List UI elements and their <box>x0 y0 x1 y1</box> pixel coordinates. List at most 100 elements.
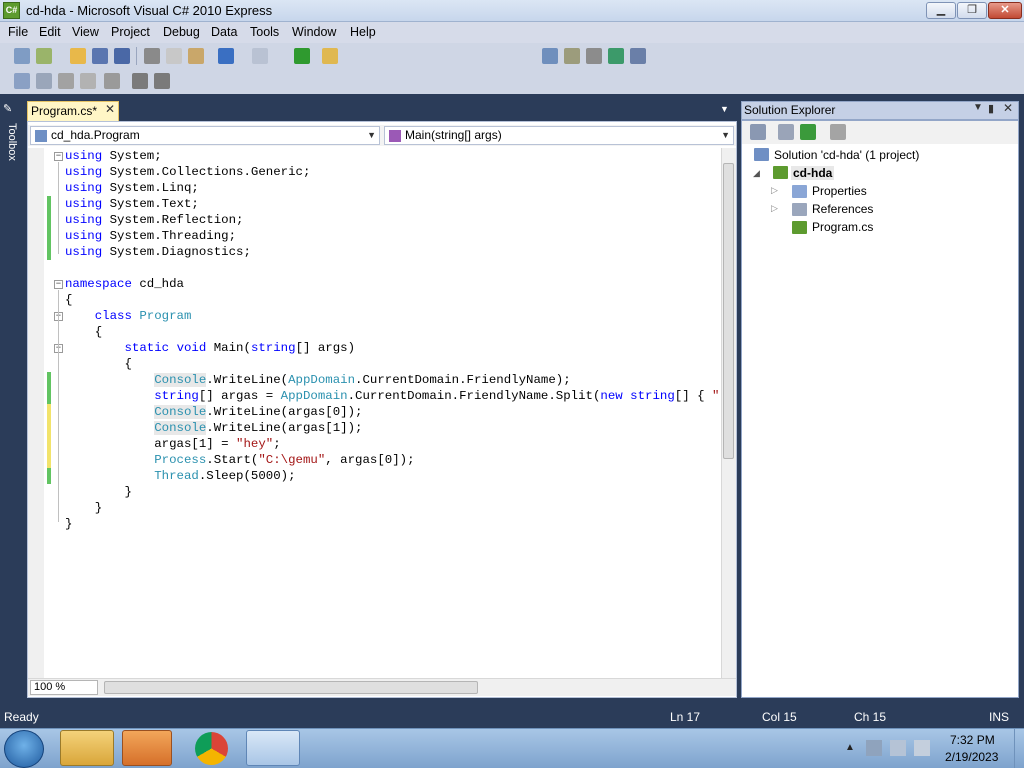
indent-icon[interactable] <box>104 73 120 89</box>
collapse-using-icon[interactable]: − <box>54 152 63 161</box>
collapse-namespace-icon[interactable]: − <box>54 280 63 289</box>
code-line-1[interactable]: using System; <box>65 148 162 164</box>
code-line-6[interactable]: using System.Threading; <box>65 228 236 244</box>
code-line-18[interactable]: Console.WriteLine(argas[1]); <box>65 420 362 436</box>
close-button[interactable]: ✕ <box>988 2 1022 19</box>
save-icon[interactable] <box>92 48 108 64</box>
clock-date[interactable]: 2/19/2023 <box>945 750 998 764</box>
code-line-4[interactable]: using System.Text; <box>65 196 199 212</box>
media-player-taskbar-icon[interactable] <box>122 730 172 766</box>
menu-debug[interactable]: Debug <box>163 25 200 39</box>
tree-item-properties[interactable]: Properties <box>812 184 867 198</box>
save-all-icon[interactable] <box>114 48 130 64</box>
code-line-15[interactable]: Console.WriteLine(AppDomain.CurrentDomai… <box>65 372 571 388</box>
visual-csharp-app-icon[interactable]: C# <box>3 2 20 19</box>
paste-icon[interactable] <box>188 48 204 64</box>
member-combo-value: Main(string[] args) <box>405 128 502 142</box>
menu-edit[interactable]: Edit <box>39 25 61 39</box>
member-list-icon[interactable] <box>14 73 30 89</box>
redo-icon[interactable] <box>252 48 268 64</box>
uncomment-lines-icon[interactable] <box>154 73 170 89</box>
code-line-10[interactable]: { <box>65 292 72 308</box>
code-line-20[interactable]: Process.Start("C:\gemu", argas[0]); <box>65 452 414 468</box>
horizontal-scroll-thumb[interactable] <box>104 681 478 694</box>
properties-window-icon[interactable] <box>564 48 580 64</box>
cut-icon[interactable] <box>144 48 160 64</box>
tree-item-references[interactable]: References <box>812 202 873 216</box>
member-combo[interactable]: Main(string[] args) ▼ <box>384 126 734 145</box>
windows-start-button[interactable] <box>4 730 44 768</box>
file-explorer-taskbar-icon[interactable] <box>60 730 114 766</box>
menu-data[interactable]: Data <box>211 25 237 39</box>
tree-project[interactable]: cd-hda <box>791 166 835 180</box>
code-line-14[interactable]: { <box>65 356 131 372</box>
menu-file[interactable]: File <box>8 25 28 39</box>
menu-tools[interactable]: Tools <box>250 25 279 39</box>
quick-info-icon[interactable] <box>58 73 74 89</box>
tree-item-program-cs[interactable]: Program.cs <box>812 220 873 234</box>
collapse-arrow-icon[interactable]: ▷ <box>771 203 778 214</box>
volume-icon[interactable] <box>914 740 930 756</box>
code-line-24[interactable]: } <box>65 516 72 532</box>
toolbox-tab[interactable]: Toolbox <box>2 123 18 167</box>
start-debugging-icon[interactable] <box>294 48 310 64</box>
copy-icon[interactable] <box>166 48 182 64</box>
code-line-7[interactable]: using System.Diagnostics; <box>65 244 251 260</box>
code-line-21[interactable]: Thread.Sleep(5000); <box>65 468 295 484</box>
start-page-icon[interactable] <box>608 48 624 64</box>
code-line-9[interactable]: namespace cd_hda <box>65 276 184 292</box>
properties-icon[interactable] <box>750 124 766 140</box>
clock-time[interactable]: 7:32 PM <box>950 733 995 747</box>
code-line-2[interactable]: using System.Collections.Generic; <box>65 164 310 180</box>
code-line-13[interactable]: static void Main(string[] args) <box>65 340 356 356</box>
chrome-taskbar-icon[interactable] <box>195 732 228 765</box>
close-tab-icon[interactable]: ✕ <box>105 102 115 116</box>
pin-icon[interactable]: ✎ <box>3 102 12 115</box>
code-line-5[interactable]: using System.Reflection; <box>65 212 243 228</box>
menu-project[interactable]: Project <box>111 25 150 39</box>
solution-explorer-icon[interactable] <box>542 48 558 64</box>
menu-help[interactable]: Help <box>350 25 376 39</box>
menu-window[interactable]: Window <box>292 25 336 39</box>
network-icon[interactable] <box>890 740 906 756</box>
type-combo[interactable]: cd_hda.Program ▼ <box>30 126 380 145</box>
code-line-16[interactable]: string[] argas = AppDomain.CurrentDomain… <box>65 388 756 404</box>
tree-solution[interactable]: Solution 'cd-hda' (1 project) <box>774 148 919 162</box>
code-line-19[interactable]: argas[1] = "hey"; <box>65 436 280 452</box>
show-desktop-button[interactable] <box>1014 729 1024 768</box>
collapse-arrow-icon[interactable]: ▷ <box>771 185 778 196</box>
zoom-combo[interactable]: 100 % <box>30 680 98 695</box>
extension-manager-icon[interactable] <box>630 48 646 64</box>
editor-gutter[interactable] <box>28 148 44 678</box>
visual-csharp-taskbar-icon[interactable] <box>246 730 300 766</box>
new-project-icon[interactable] <box>14 48 30 64</box>
code-line-12[interactable]: { <box>65 324 102 340</box>
maximize-button[interactable]: ❐ <box>957 2 987 19</box>
code-line-23[interactable]: } <box>65 500 102 516</box>
toolbox-icon[interactable] <box>586 48 602 64</box>
undo-icon[interactable] <box>218 48 234 64</box>
window-position-icon[interactable]: ▼ <box>973 102 983 113</box>
auto-hide-pin-icon[interactable]: ▮ <box>988 102 994 115</box>
menu-view[interactable]: View <box>72 25 99 39</box>
code-line-3[interactable]: using System.Linq; <box>65 180 199 196</box>
code-line-11[interactable]: class Program <box>65 308 192 324</box>
close-panel-icon[interactable]: ✕ <box>1003 101 1013 115</box>
code-line-22[interactable]: } <box>65 484 131 500</box>
view-code-icon[interactable] <box>830 124 846 140</box>
comment-lines-icon[interactable] <box>132 73 148 89</box>
code-line-17[interactable]: Console.WriteLine(argas[0]); <box>65 404 362 420</box>
find-in-files-icon[interactable] <box>322 48 338 64</box>
refresh-icon[interactable] <box>800 124 816 140</box>
action-center-icon[interactable] <box>866 740 882 756</box>
add-item-icon[interactable] <box>36 48 52 64</box>
complete-word-icon[interactable] <box>80 73 96 89</box>
open-file-icon[interactable] <box>70 48 86 64</box>
expand-arrow-icon[interactable]: ◢ <box>753 168 760 179</box>
show-all-files-icon[interactable] <box>778 124 794 140</box>
parameter-info-icon[interactable] <box>36 73 52 89</box>
vertical-scroll-thumb[interactable] <box>723 163 734 459</box>
show-hidden-icons-icon[interactable]: ▲ <box>845 742 855 753</box>
document-list-dropdown-icon[interactable]: ▼ <box>720 104 729 114</box>
minimize-button[interactable]: ▁ <box>926 2 956 19</box>
